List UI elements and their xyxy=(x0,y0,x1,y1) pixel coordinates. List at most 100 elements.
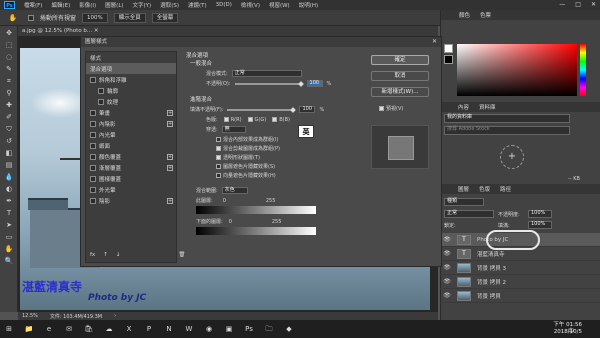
style-checkbox[interactable] xyxy=(90,131,96,138)
chrome-icon[interactable]: ◉ xyxy=(204,324,214,334)
style-item-styles[interactable]: 樣式 xyxy=(86,52,176,63)
eraser-tool-icon[interactable]: ◧ xyxy=(3,148,15,158)
fit-screen-button[interactable]: 顯示全頁 xyxy=(113,12,146,23)
style-item-gradient-overlay[interactable]: 漸層覆蓋 + xyxy=(86,162,176,173)
opacity-slider[interactable] xyxy=(234,80,304,87)
eyedropper-icon[interactable]: ⚲ xyxy=(3,88,15,98)
layer-fill-input[interactable]: 100% xyxy=(528,221,552,229)
lasso-tool-icon[interactable]: ◌ xyxy=(3,52,15,62)
tab-swatches[interactable]: 色票 xyxy=(480,11,491,19)
document-tab[interactable]: a.jpg @ 12.5% (Photo b... ✕ xyxy=(18,26,438,36)
app-icon[interactable]: ▣ xyxy=(224,324,234,334)
word-icon[interactable]: W xyxy=(184,324,194,334)
layer-opacity-input[interactable]: 100% xyxy=(528,210,552,218)
option-checkbox[interactable]: 混合剪裁圖層成為群組(P) xyxy=(216,145,361,152)
background-color[interactable] xyxy=(444,55,453,64)
history-brush-icon[interactable]: ↺ xyxy=(3,136,15,146)
brush-tool-icon[interactable]: ✐ xyxy=(3,112,15,122)
layer-row[interactable]: 👁 背景 拷貝 2 xyxy=(440,275,600,289)
fx-icon[interactable]: fx xyxy=(90,252,95,258)
underlying-layer-gradient[interactable] xyxy=(196,227,316,235)
gradient-tool-icon[interactable]: ▤ xyxy=(3,160,15,170)
knockout-select[interactable]: 無 xyxy=(221,126,246,133)
onenote-icon[interactable]: N xyxy=(164,324,174,334)
menu-edit[interactable]: 編輯(E) xyxy=(51,1,70,9)
style-checkbox[interactable] xyxy=(90,142,96,149)
menu-image[interactable]: 影像(I) xyxy=(79,1,96,9)
channel-r-checkbox[interactable]: R(R) xyxy=(223,117,242,123)
style-item-outer-glow[interactable]: 外光暈 xyxy=(86,184,176,195)
marquee-tool-icon[interactable]: ⬚ xyxy=(3,40,15,50)
mail-icon[interactable]: ✉ xyxy=(64,324,74,334)
style-checkbox[interactable] xyxy=(90,76,96,83)
ok-button[interactable]: 確定 xyxy=(371,55,429,65)
menu-select[interactable]: 選取(S) xyxy=(160,1,179,9)
style-item-pattern-overlay[interactable]: 圖樣覆蓋 xyxy=(86,173,176,184)
system-clock[interactable]: 下午 01:56 2018/10/5 xyxy=(553,322,582,336)
tab-channels[interactable]: 色版 xyxy=(479,185,490,193)
this-layer-gradient[interactable] xyxy=(196,206,316,214)
menu-file[interactable]: 檔案(F) xyxy=(24,1,42,9)
style-checkbox[interactable] xyxy=(98,87,104,94)
zoom-tool-icon[interactable]: 🔍 xyxy=(3,256,15,266)
menu-3d[interactable]: 3D(D) xyxy=(216,2,232,8)
style-item-contour[interactable]: 輪廓 xyxy=(86,85,176,96)
fill-opacity-knob[interactable] xyxy=(290,106,297,113)
clone-stamp-icon[interactable]: ⛉ xyxy=(3,124,15,134)
style-checkbox[interactable] xyxy=(90,197,96,204)
style-checkbox[interactable] xyxy=(90,153,96,160)
path-select-icon[interactable]: ➤ xyxy=(3,220,15,230)
menu-help[interactable]: 說明(H) xyxy=(299,1,318,9)
menu-filter[interactable]: 濾鏡(T) xyxy=(188,1,207,9)
hand-tool-icon[interactable]: ✋ xyxy=(3,244,15,254)
tab-properties[interactable]: 內容 xyxy=(458,103,469,111)
status-arrow-icon[interactable]: › xyxy=(114,313,116,319)
channel-g-checkbox[interactable]: G(G) xyxy=(247,117,266,123)
option-checkbox[interactable]: 圖層遮色片隱藏效果(S) xyxy=(216,163,361,170)
channel-b-checkbox[interactable]: B(B) xyxy=(272,117,290,123)
layer-row[interactable]: 👁 背景 拷貝 3 xyxy=(440,261,600,275)
library-add-icon[interactable]: + xyxy=(500,145,524,169)
opacity-input[interactable]: 100 xyxy=(306,80,323,87)
move-up-icon[interactable]: ↑ xyxy=(103,252,108,258)
visibility-eye-icon[interactable]: 👁 xyxy=(443,278,451,285)
healing-brush-icon[interactable]: ✚ xyxy=(3,100,15,110)
style-checkbox[interactable] xyxy=(90,186,96,193)
dialog-close-icon[interactable]: ✕ xyxy=(432,37,437,47)
visibility-eye-icon[interactable]: 👁 xyxy=(443,236,451,243)
quick-select-icon[interactable]: ✎ xyxy=(3,64,15,74)
foreground-color[interactable] xyxy=(444,44,453,53)
type-tool-icon[interactable]: T xyxy=(3,208,15,218)
style-checkbox[interactable] xyxy=(90,109,96,116)
style-item-blending-options[interactable]: 混合選項 xyxy=(86,63,176,74)
dodge-tool-icon[interactable]: ◐ xyxy=(3,184,15,194)
windows-start-icon[interactable]: ⊞ xyxy=(4,324,14,334)
explorer-icon[interactable]: 📁 xyxy=(24,324,34,334)
blur-tool-icon[interactable]: 💧 xyxy=(3,172,15,182)
style-item-drop-shadow[interactable]: 陰影 + xyxy=(86,195,176,206)
style-item-color-overlay[interactable]: 顏色覆蓋 + xyxy=(86,151,176,162)
cancel-button[interactable]: 取消 xyxy=(371,71,429,81)
layer-row[interactable]: 👁 背景 拷貝 xyxy=(440,289,600,303)
preview-checkbox[interactable]: 預視(V) xyxy=(379,105,403,112)
tab-color[interactable]: 顏色 xyxy=(459,11,470,19)
library-select[interactable]: 我的資料庫 xyxy=(444,114,570,123)
add-style-icon[interactable]: + xyxy=(167,164,173,171)
hue-slider[interactable] xyxy=(580,44,586,96)
tab-layers[interactable]: 圖層 xyxy=(458,185,469,193)
shape-tool-icon[interactable]: ▭ xyxy=(3,232,15,242)
close-button[interactable]: ✕ xyxy=(591,1,596,8)
move-tool-icon[interactable]: ✥ xyxy=(3,28,15,38)
maximize-button[interactable]: □ xyxy=(575,1,581,8)
photoshop-taskbar-icon[interactable]: Ps xyxy=(244,324,254,334)
crop-tool-icon[interactable]: ⌗ xyxy=(3,76,15,86)
style-checkbox[interactable] xyxy=(90,164,96,171)
tab-paths[interactable]: 路徑 xyxy=(500,185,511,193)
color-field[interactable] xyxy=(457,44,577,96)
powerpoint-icon[interactable]: P xyxy=(144,324,154,334)
style-item-stroke[interactable]: 筆畫 + xyxy=(86,107,176,118)
minimize-button[interactable]: — xyxy=(559,1,565,8)
option-checkbox[interactable]: 向量遮色片隱藏效果(H) xyxy=(216,172,361,179)
option-checkbox[interactable]: 透明形狀圖層(T) xyxy=(216,154,361,161)
fill-opacity-slider[interactable] xyxy=(227,106,297,113)
